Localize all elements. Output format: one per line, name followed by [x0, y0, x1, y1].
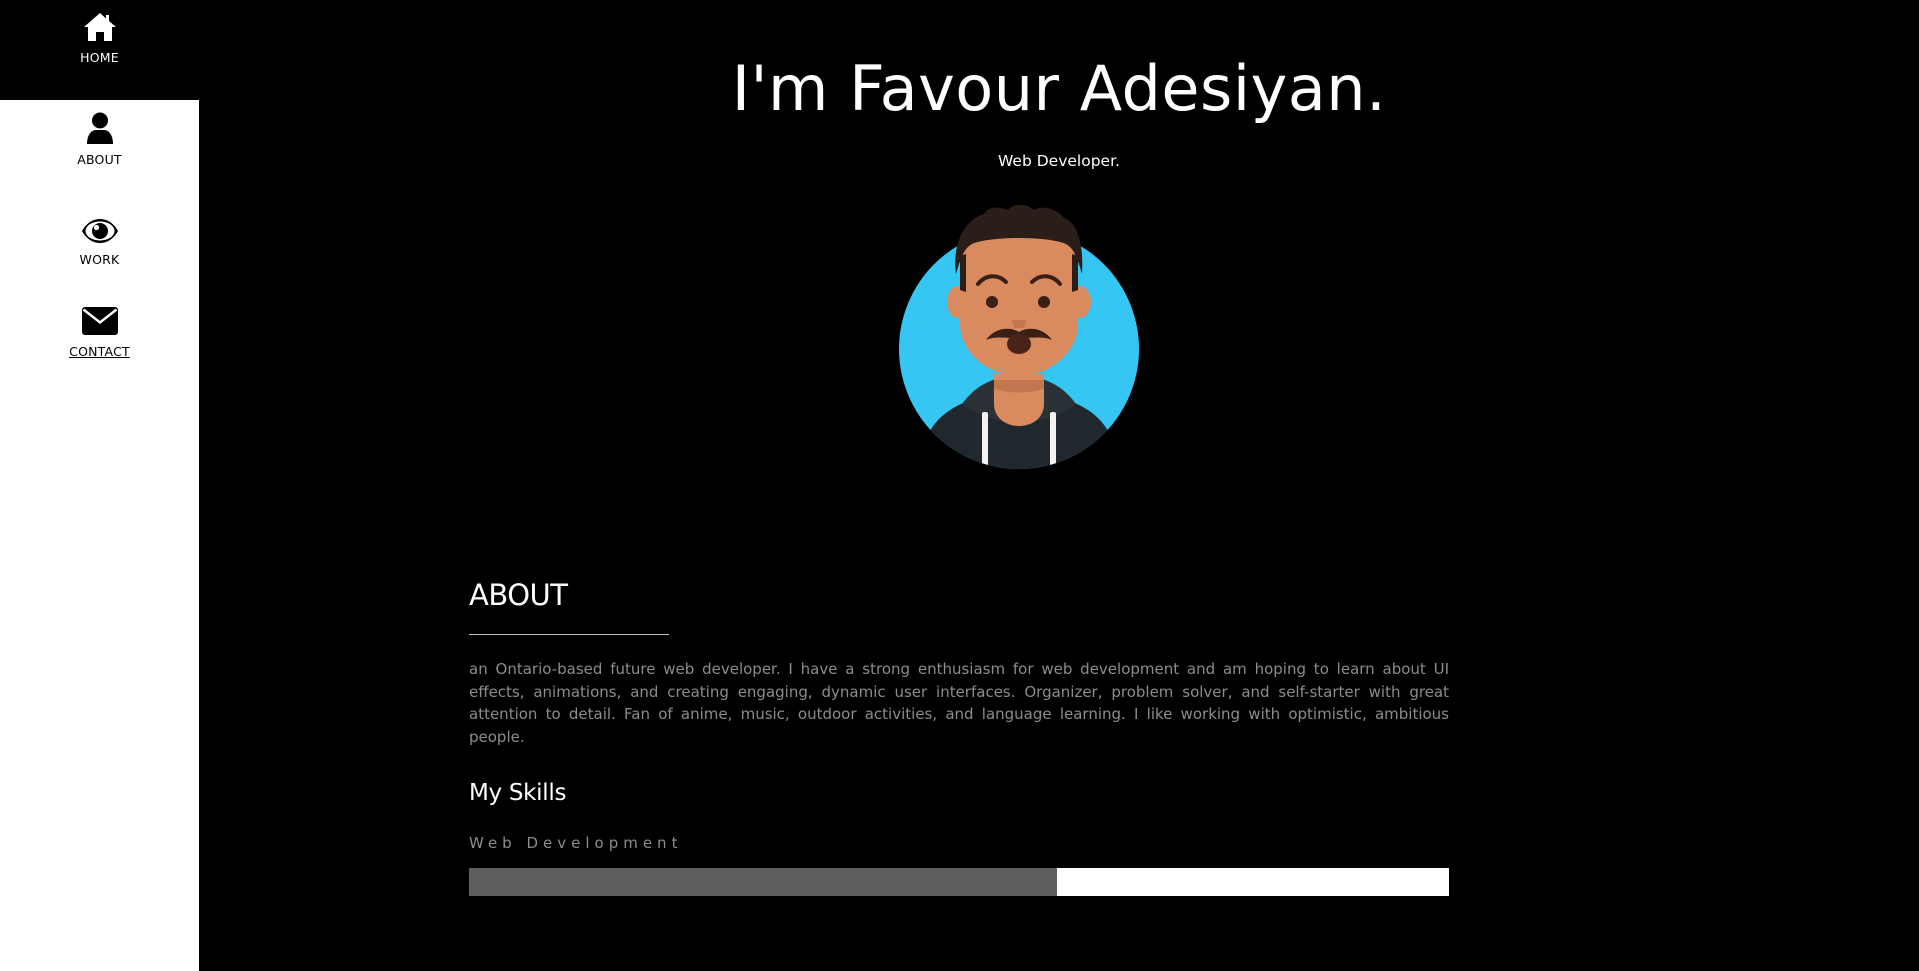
- skill-progress-fill: [469, 868, 1057, 896]
- skills-heading: My Skills: [469, 780, 567, 806]
- envelope-icon: [81, 307, 118, 335]
- nav-work-label: WORK: [79, 252, 120, 267]
- about-section: ABOUT an Ontario-based future web develo…: [469, 578, 1449, 896]
- hero-subtitle: Web Developer.: [998, 152, 1120, 170]
- eye-icon: [81, 219, 118, 243]
- hero-title: I'm Favour Adesiyan.: [731, 52, 1387, 125]
- nav-work-link[interactable]: WORK: [0, 218, 199, 267]
- skill-item: Web Development: [469, 834, 1449, 896]
- home-icon: [83, 13, 116, 41]
- skill-progress-track: [469, 868, 1449, 896]
- skill-name: Web Development: [469, 834, 683, 852]
- nav-contact-label: CONTACT: [69, 344, 130, 359]
- sidebar: HOME ABOUT WORK CONTACT: [0, 0, 199, 971]
- about-divider: [469, 634, 669, 635]
- nav-contact-link[interactable]: CONTACT: [0, 306, 199, 359]
- avatar-illustration: [899, 204, 1139, 469]
- user-icon: [86, 112, 113, 144]
- about-text: an Ontario-based future web developer. I…: [469, 660, 1449, 746]
- nav-home-label: HOME: [80, 50, 119, 65]
- nav-about-link[interactable]: ABOUT: [0, 112, 199, 167]
- nav-home-link[interactable]: HOME: [0, 0, 199, 100]
- main-content: I'm Favour Adesiyan. Web Developer. ABOU…: [199, 0, 1919, 971]
- about-heading: ABOUT: [469, 578, 568, 612]
- nav-about-label: ABOUT: [77, 152, 122, 167]
